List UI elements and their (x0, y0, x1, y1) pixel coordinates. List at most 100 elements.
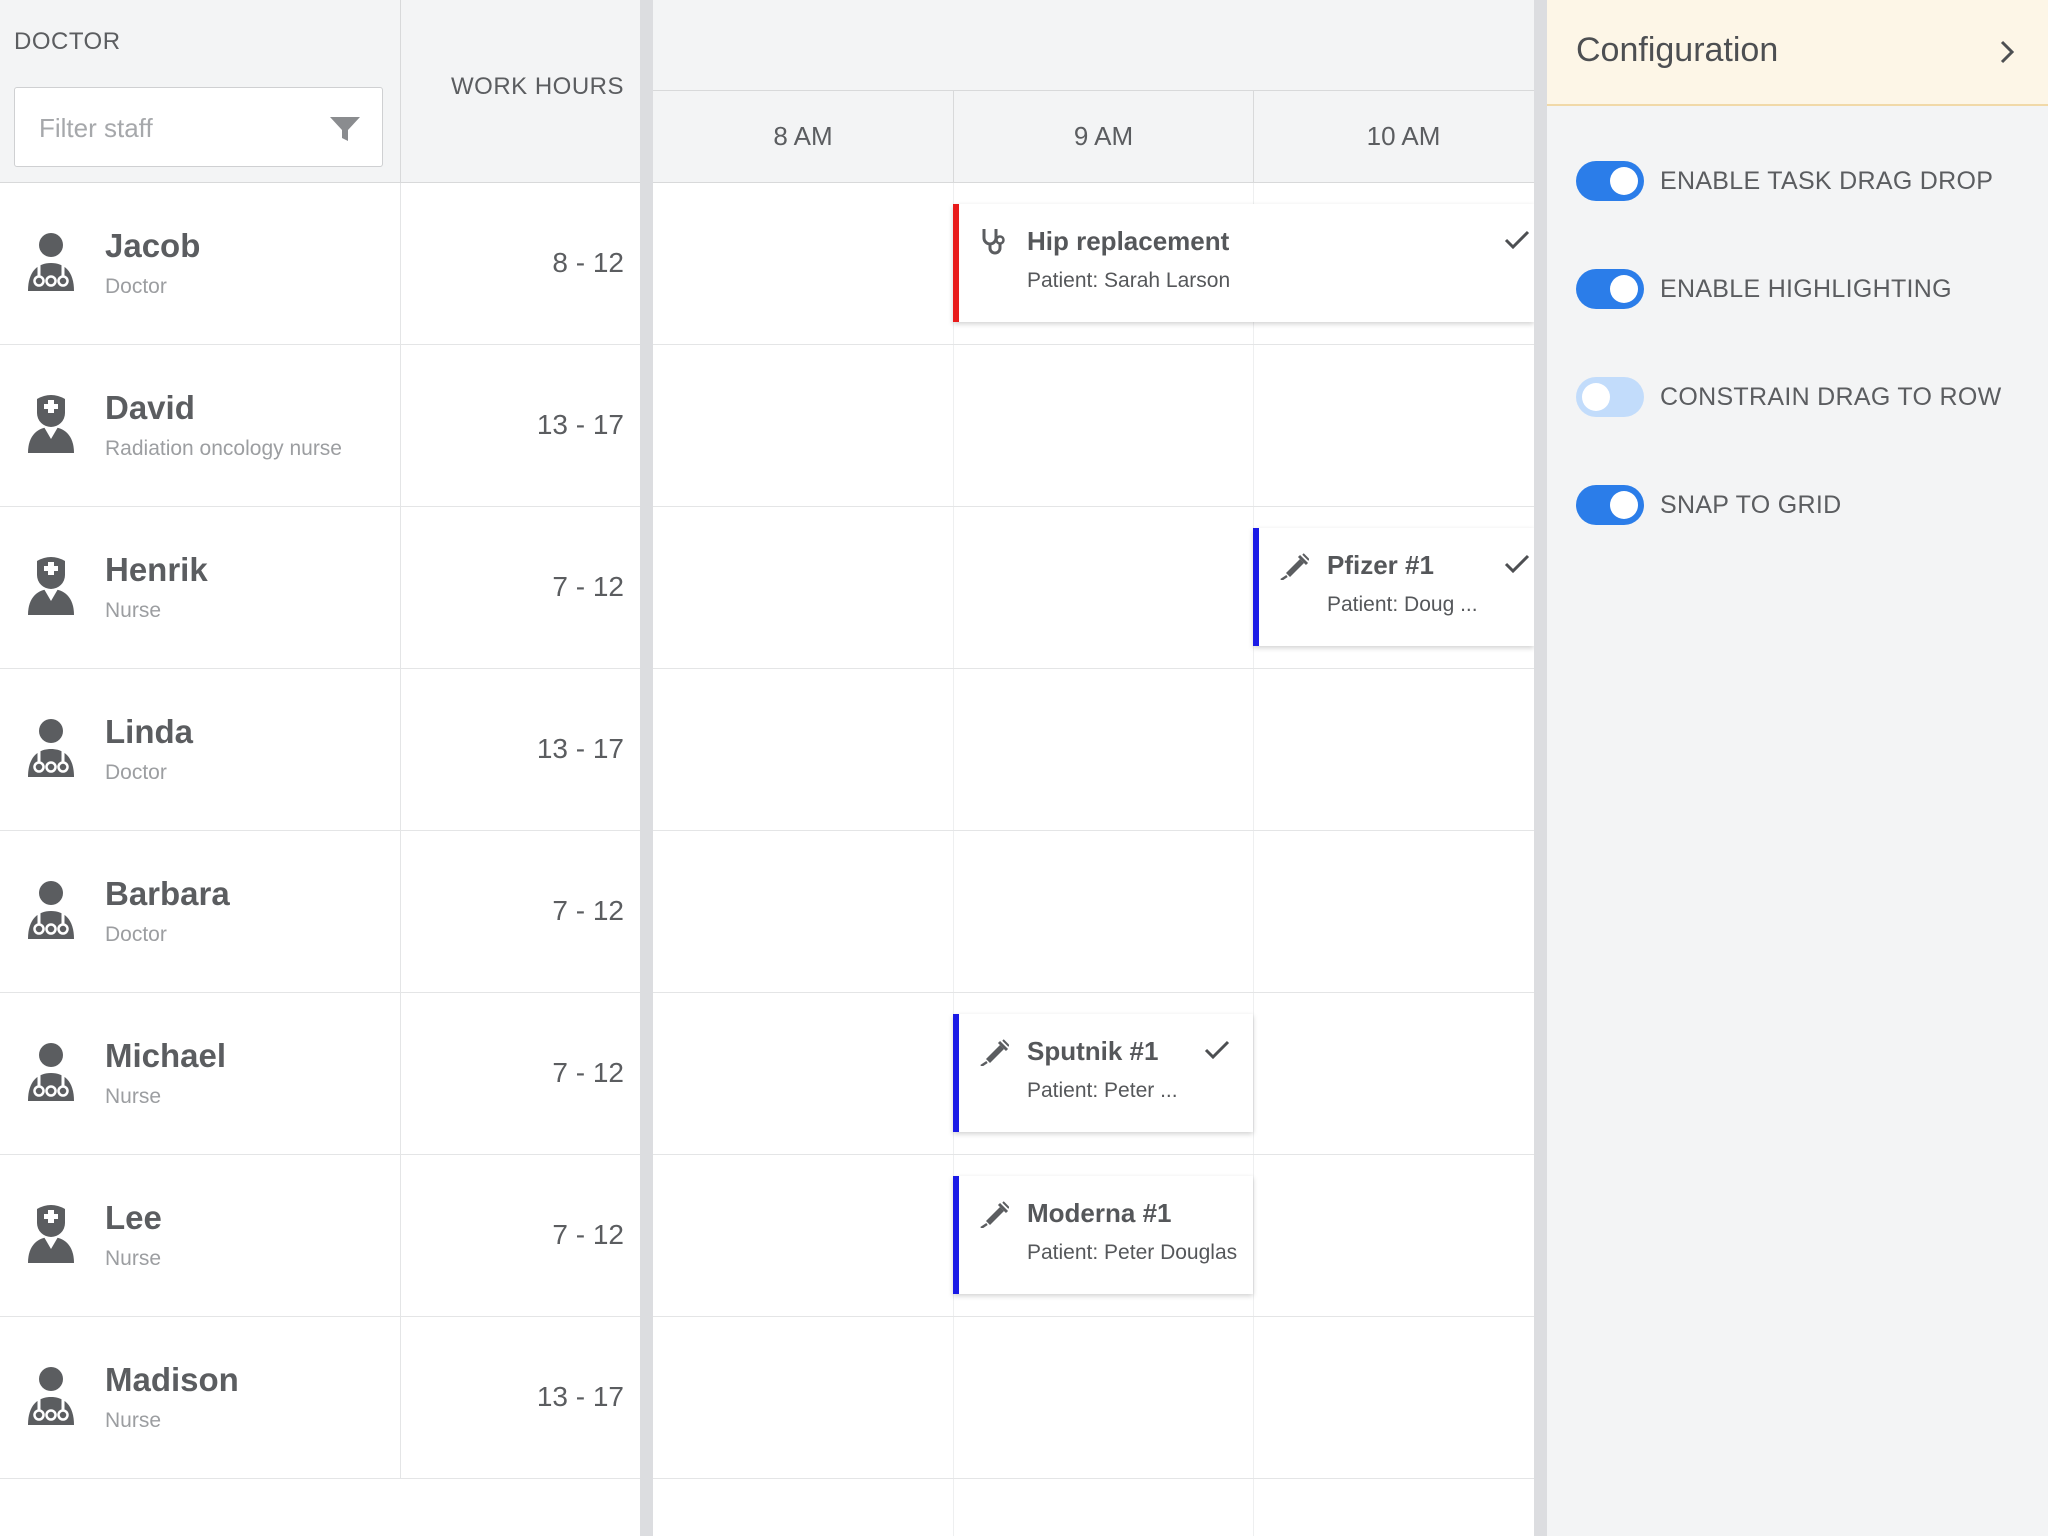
hours-cell: 7 - 12 (400, 993, 640, 1154)
timeline-row[interactable] (653, 345, 1534, 507)
resource-cell: David Radiation oncology nurse (0, 345, 400, 506)
grid-splitter[interactable] (640, 0, 653, 1536)
panel-splitter[interactable] (1534, 0, 1547, 1536)
resource-cell: Barbara Doctor (0, 831, 400, 992)
check-icon (1504, 554, 1530, 574)
work-hours-column-header: WORK HOURS (400, 0, 640, 183)
doctor-column-header: DOCTOR (0, 0, 400, 183)
filter-icon[interactable] (328, 112, 362, 146)
resource-name: David (105, 389, 195, 426)
check-icon (1204, 1040, 1230, 1060)
configuration-header[interactable]: Configuration (1547, 0, 2048, 106)
resource-row[interactable]: Madison Nurse 13 - 17 (0, 1317, 640, 1479)
doctor-icon (26, 879, 76, 941)
resource-hours: 8 - 12 (552, 247, 624, 278)
time-tick-label: 10 AM (1366, 121, 1441, 151)
resource-name: Linda (105, 713, 193, 750)
resource-cell: Michael Nurse (0, 993, 400, 1154)
configuration-title: Configuration (1576, 31, 1779, 69)
resource-row[interactable]: Barbara Doctor 7 - 12 (0, 831, 640, 993)
resource-row[interactable]: Michael Nurse 7 - 12 (0, 993, 640, 1155)
resource-cell: Madison Nurse (0, 1317, 400, 1478)
toggle-switch[interactable] (1576, 161, 1644, 201)
resource-row[interactable]: Lee Nurse 7 - 12 (0, 1155, 640, 1317)
timeline-header: 8 AM 9 AM 10 AM (653, 91, 1534, 183)
syringe-icon (980, 1039, 1009, 1066)
doctor-icon (26, 231, 76, 293)
resource-role: Nurse (105, 1085, 162, 1108)
resource-hours: 7 - 12 (552, 571, 624, 602)
event-patient: Patient: Sarah Larson (1027, 269, 1231, 292)
time-tick: 9 AM (953, 91, 1253, 183)
nurse-icon (26, 1203, 76, 1265)
resource-hours: 7 - 12 (552, 895, 624, 926)
scheduler-app: DOCTOR WORK HOURS Jacob Doctor 8 - 12 David… (0, 0, 2048, 1536)
resource-role: Doctor (105, 923, 167, 946)
resource-cell: Henrik Nurse (0, 507, 400, 668)
doctor-icon (26, 1365, 76, 1427)
hours-cell: 7 - 12 (400, 831, 640, 992)
resource-name: Lee (105, 1199, 162, 1236)
option-enable-highlighting[interactable]: ENABLE HIGHLIGHTING (1576, 267, 2036, 311)
timeline-row[interactable] (653, 831, 1534, 993)
event-title: Pfizer #1 (1327, 550, 1434, 580)
resource-hours: 13 - 17 (536, 733, 624, 764)
resource-hours: 13 - 17 (536, 1381, 624, 1412)
event-patient: Patient: Peter Douglas (1027, 1241, 1238, 1264)
toggle-knob (1610, 491, 1638, 519)
timeline-row[interactable] (653, 669, 1534, 831)
chevron-right-icon[interactable] (1992, 37, 2022, 67)
toggle-switch[interactable] (1576, 269, 1644, 309)
resource-role: Doctor (105, 275, 167, 298)
hours-cell: 7 - 12 (400, 507, 640, 668)
resource-row[interactable]: David Radiation oncology nurse 13 - 17 (0, 345, 640, 507)
resource-name: Henrik (105, 551, 208, 588)
hours-cell: 8 - 12 (400, 183, 640, 344)
time-tick: 8 AM (653, 91, 953, 183)
option-label: CONSTRAIN DRAG TO ROW (1660, 383, 2002, 411)
resource-grid: DOCTOR WORK HOURS Jacob Doctor 8 - 12 David… (0, 0, 640, 1536)
hours-cell: 7 - 12 (400, 1155, 640, 1316)
resource-role: Nurse (105, 599, 162, 622)
resource-row[interactable]: Henrik Nurse 7 - 12 (0, 507, 640, 669)
check-icon (1504, 230, 1530, 250)
event-patient: Patient: Doug ... (1327, 593, 1478, 616)
timeline-header-top (653, 0, 1534, 91)
timeline: 8 AM 9 AM 10 AM Hip replacement Patient:… (653, 0, 1534, 1536)
syringe-icon (980, 1201, 1009, 1228)
toggle-switch[interactable] (1576, 377, 1644, 417)
resource-hours: 7 - 12 (552, 1057, 624, 1088)
hours-cell: 13 - 17 (400, 669, 640, 830)
event-title: Sputnik #1 (1027, 1036, 1159, 1066)
time-tick-label: 8 AM (773, 121, 833, 151)
resource-name: Michael (105, 1037, 227, 1074)
option-snap-to-grid[interactable]: SNAP TO GRID (1576, 483, 2036, 527)
configuration-panel: Configuration ENABLE TASK DRAG DROP ENAB… (1547, 0, 2048, 1536)
option-label: ENABLE TASK DRAG DROP (1660, 167, 1994, 195)
resource-cell: Jacob Doctor (0, 183, 400, 344)
stethoscope-icon (982, 229, 1005, 255)
toggle-switch[interactable] (1576, 485, 1644, 525)
resource-role: Nurse (105, 1247, 162, 1270)
event-title: Moderna #1 (1027, 1198, 1172, 1228)
resource-name: Madison (105, 1361, 239, 1398)
event-pfizer[interactable]: Pfizer #1 Patient: Doug ... (1253, 528, 1534, 646)
filter-staff-input[interactable] (39, 110, 319, 146)
timeline-row[interactable] (653, 1317, 1534, 1479)
time-tick: 10 AM (1253, 91, 1534, 183)
doctor-icon (26, 717, 76, 779)
option-enable-task-drag-drop[interactable]: ENABLE TASK DRAG DROP (1576, 159, 2036, 203)
resource-name: Jacob (105, 227, 201, 264)
option-label: SNAP TO GRID (1660, 491, 1842, 519)
time-tick-label: 9 AM (1073, 121, 1134, 151)
option-label: ENABLE HIGHLIGHTING (1660, 275, 1952, 303)
nurse-icon (26, 555, 76, 617)
resource-row[interactable]: Linda Doctor 13 - 17 (0, 669, 640, 831)
filter-field[interactable] (14, 87, 383, 167)
event-moderna[interactable]: Moderna #1 Patient: Peter Douglas (953, 1176, 1253, 1294)
option-constrain-drag-to-row[interactable]: CONSTRAIN DRAG TO ROW (1576, 375, 2036, 419)
resource-row[interactable]: Jacob Doctor 8 - 12 (0, 183, 640, 345)
work-hours-column-title: WORK HOURS (451, 73, 624, 100)
event-hip-replacement[interactable]: Hip replacement Patient: Sarah Larson (953, 204, 1534, 322)
event-sputnik[interactable]: Sputnik #1 Patient: Peter ... (953, 1014, 1253, 1132)
